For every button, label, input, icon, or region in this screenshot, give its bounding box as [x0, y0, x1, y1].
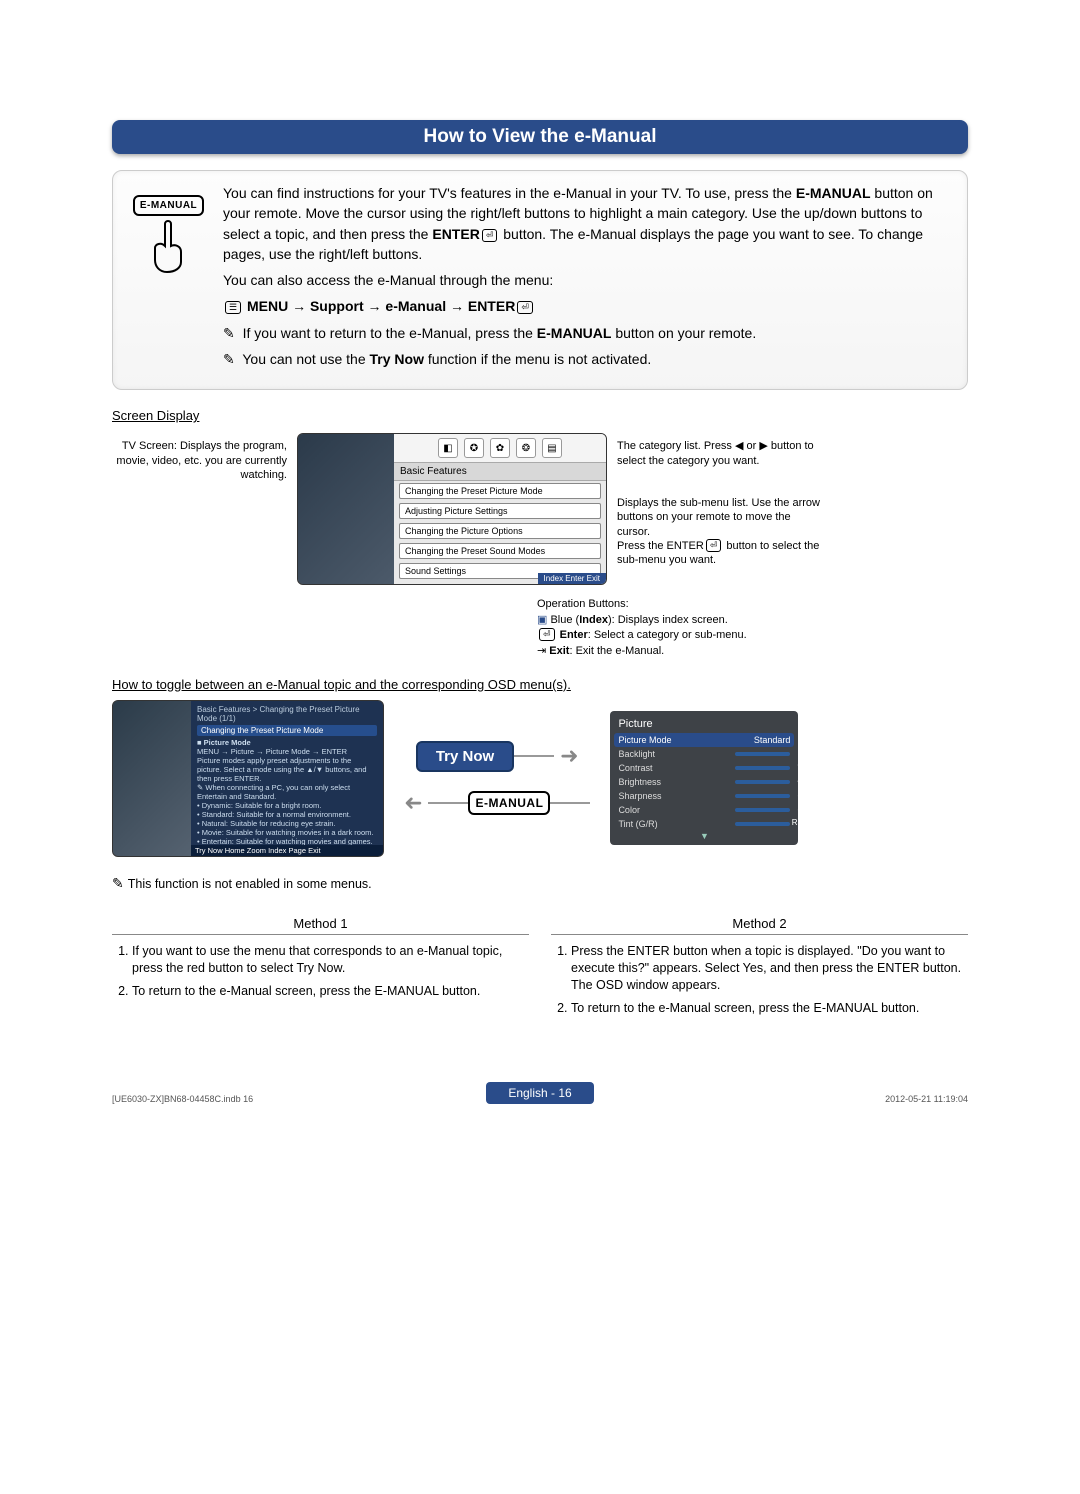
category-icon: ▤ [542, 438, 562, 458]
menu-icon: ☰ [225, 301, 241, 314]
method-1-step: To return to the e-Manual screen, press … [132, 983, 529, 1000]
category-icon: ◧ [438, 438, 458, 458]
contrast-row: Contrast95 [614, 761, 794, 775]
arrow-right-icon: ➜ [560, 743, 578, 769]
category-icon: ❂ [516, 438, 536, 458]
brightness-row: Brightness45 [614, 775, 794, 789]
method-2-step: To return to the e-Manual screen, press … [571, 1000, 968, 1017]
submenu-item: Changing the Preset Picture Mode [399, 483, 601, 499]
print-footer-left: [UE6030-ZX]BN68-04458C.indb 16 [112, 1094, 253, 1104]
print-footer-right: 2012-05-21 11:19:04 [885, 1094, 968, 1104]
category-icons-row: ◧ ✪ ✿ ❂ ▤ [394, 434, 606, 462]
intro-paragraph-1: You can find instructions for your TV's … [223, 183, 953, 264]
breadcrumb: Basic Features > Changing the Preset Pic… [197, 705, 377, 723]
submenu-item: Changing the Picture Options [399, 523, 601, 539]
color-row: Color50 [614, 803, 794, 817]
toggle-diagram: Basic Features > Changing the Preset Pic… [112, 700, 968, 857]
category-list-caption: The category list. Press ◀ or ▶ button t… [617, 439, 822, 468]
emanual-return-button[interactable]: E-MANUAL [468, 791, 550, 815]
submenu-item: Changing the Preset Sound Modes [399, 543, 601, 559]
method-1-heading: Method 1 [112, 916, 529, 935]
detail-bottom-bar: Try Now Home Zoom Index Page Exit [191, 845, 383, 856]
remote-hand-icon: E-MANUAL [131, 195, 206, 274]
arrow-left-icon: ➜ [404, 790, 422, 816]
category-header: Basic Features [394, 462, 606, 481]
page-number-badge: English - 16 [486, 1082, 593, 1104]
try-now-button[interactable]: Try Now [416, 741, 514, 772]
menu-path: ☰ MENU → Support → e-Manual → ENTER⏎ [223, 296, 953, 316]
intro-note-2: You can not use the Try Now function if … [223, 349, 953, 369]
methods-table: Method 1 If you want to use the menu tha… [112, 916, 968, 1023]
intro-note-1: If you want to return to the e-Manual, p… [223, 323, 953, 343]
intro-paragraph-2: You can also access the e-Manual through… [223, 270, 953, 290]
tint-row: Tint (G/R)R50 [614, 817, 794, 831]
method-2-heading: Method 2 [551, 916, 968, 935]
submenu-caption: Displays the sub-menu list. Use the arro… [617, 496, 822, 567]
function-note: This function is not enabled in some men… [112, 875, 968, 892]
picture-panel-title: Picture [614, 715, 794, 733]
emanual-button-on-remote: E-MANUAL [133, 195, 204, 216]
tv-preview-area [113, 701, 191, 856]
page-title: How to View the e-Manual [112, 120, 968, 154]
toggle-heading: How to toggle between an e-Manual topic … [112, 677, 968, 692]
enter-icon: ⏎ [482, 229, 498, 242]
operation-buttons-block: Operation Buttons: ▣ Blue (Index): Displ… [537, 597, 968, 659]
tv-preview-area [298, 434, 394, 584]
submenu-item: Adjusting Picture Settings [399, 503, 601, 519]
detail-section-title: Changing the Preset Picture Mode [197, 725, 377, 736]
emanual-detail-screenshot: Basic Features > Changing the Preset Pic… [112, 700, 384, 857]
category-icon: ✿ [490, 438, 510, 458]
method-2-step: Press the ENTER button when a topic is d… [571, 943, 968, 994]
osd-picture-panel: Picture Picture ModeStandard Backlight10… [610, 711, 798, 845]
enter-icon: ⏎ [517, 301, 533, 314]
picture-mode-row: Picture ModeStandard [614, 733, 794, 747]
enter-icon: ⏎ [706, 539, 722, 552]
backlight-row: Backlight10 [614, 747, 794, 761]
screen-display-heading: Screen Display [112, 408, 968, 423]
tv-screenshot: ◧ ✪ ✿ ❂ ▤ Basic Features Changing the Pr… [297, 433, 607, 585]
category-icon: ✪ [464, 438, 484, 458]
tv-screen-caption: TV Screen: Displays the program, movie, … [112, 433, 287, 482]
enter-icon: ⏎ [539, 628, 555, 641]
intro-box: E-MANUAL You can find instructions for y… [112, 170, 968, 390]
sharpness-row: Sharpness50 [614, 789, 794, 803]
method-1-step: If you want to use the menu that corresp… [132, 943, 529, 977]
screen-display-diagram: TV Screen: Displays the program, movie, … [112, 433, 968, 585]
screenshot-footer-bar: Index Enter Exit [538, 573, 606, 584]
